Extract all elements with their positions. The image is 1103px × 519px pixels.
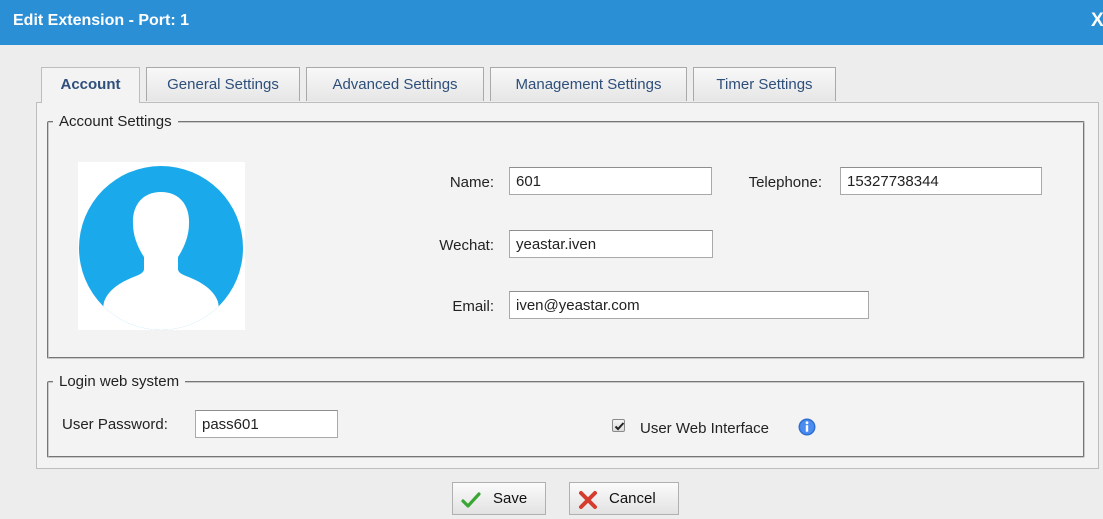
checkmark-icon	[614, 422, 625, 431]
name-label: Name:	[449, 174, 494, 191]
email-input[interactable]	[509, 291, 869, 319]
telephone-label: Telephone:	[748, 174, 822, 191]
tab-advanced-settings[interactable]: Advanced Settings	[306, 67, 484, 101]
close-icon[interactable]: X	[1091, 9, 1103, 33]
tab-account[interactable]: Account	[41, 67, 140, 103]
tab-general-settings[interactable]: General Settings	[146, 67, 300, 101]
wechat-input[interactable]	[509, 230, 713, 258]
cancel-button-label: Cancel	[609, 490, 656, 507]
account-settings-legend: Account Settings	[59, 113, 172, 130]
cancel-button[interactable]: Cancel	[569, 482, 679, 515]
tab-timer-settings[interactable]: Timer Settings	[693, 67, 836, 101]
tab-management-settings[interactable]: Management Settings	[490, 67, 687, 101]
user-password-input[interactable]	[195, 410, 338, 438]
dialog-title: Edit Extension - Port: 1	[13, 12, 190, 29]
name-input[interactable]	[509, 167, 712, 195]
login-web-system-legend: Login web system	[59, 373, 180, 390]
user-web-interface-checkbox[interactable]	[612, 419, 625, 432]
user-password-label: User Password:	[62, 416, 168, 433]
info-icon[interactable]	[798, 418, 816, 436]
checkmark-icon	[461, 492, 481, 508]
save-button[interactable]: Save	[452, 482, 546, 515]
save-button-label: Save	[493, 490, 528, 507]
telephone-input[interactable]	[840, 167, 1042, 195]
wechat-label: Wechat:	[439, 237, 494, 254]
dialog-title-bar: Edit Extension - Port: 1 X	[0, 0, 1103, 45]
email-label: Email:	[452, 298, 494, 315]
user-silhouette-icon	[78, 162, 245, 330]
user-web-interface-label: User Web Interface	[640, 420, 769, 437]
cancel-x-icon	[579, 491, 597, 509]
